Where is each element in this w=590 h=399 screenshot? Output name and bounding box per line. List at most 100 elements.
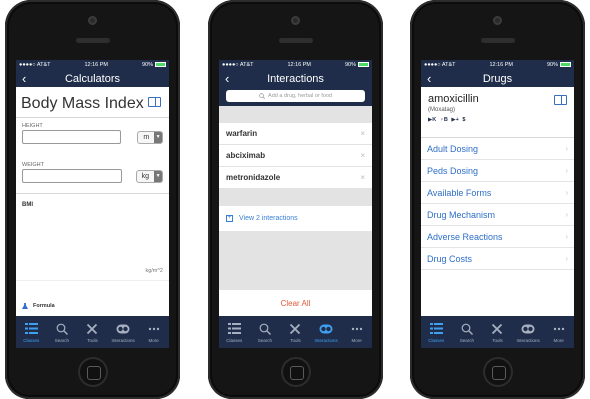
tab-bar: Classes Search Tools Interactions More [421,316,574,348]
more-icon [553,322,565,336]
divider [16,193,169,194]
back-chevron-icon[interactable]: ‹ [22,71,26,86]
flask-icon [22,303,28,309]
search-icon [259,322,271,336]
camera [493,16,502,25]
search-icon [461,322,473,336]
menu-item-peds-dosing[interactable]: Peds Dosing › [421,160,574,182]
tab-interactions[interactable]: Interactions [311,316,342,348]
tab-classes[interactable]: Classes [421,316,452,348]
drug-row[interactable]: warfarin × [219,123,372,145]
status-bar: ●●●●○ AT&T 12:16 PM 90% [219,60,372,70]
height-input[interactable] [22,130,122,144]
menu-item-drug-costs[interactable]: Drug Costs › [421,248,574,270]
drug-row[interactable]: metronidazole × [219,167,372,189]
brand-name: (Moxatag) [428,107,456,113]
weight-input[interactable] [22,169,122,183]
remove-icon[interactable]: × [360,129,365,138]
more-icon [351,322,363,336]
tab-interactions[interactable]: Interactions [108,316,139,348]
chevron-right-icon: › [565,166,568,175]
drug-header: amoxicillin (Moxatag) ▶K ♀B ▶+ $ [421,87,574,137]
home-button[interactable] [280,357,311,387]
speaker [278,38,313,43]
search-icon [259,93,266,99]
bmi-unit: kg/m^2 [145,268,163,274]
camera [291,16,300,25]
chevron-right-icon: › [565,254,568,263]
list-icon [429,322,443,336]
status-bar: ●●●●○ AT&T 12:16 PM 90% [421,60,574,70]
height-unit-select[interactable]: m ▼ [137,130,163,144]
phone-interactions: ●●●●○ AT&T 12:16 PM 90% ‹ Interactions A… [208,0,383,399]
spacer [219,106,372,123]
height-label: HEIGHT [22,123,43,129]
menu-item-adverse-reactions[interactable]: Adverse Reactions › [421,226,574,248]
book-icon[interactable] [148,97,161,107]
home-button[interactable] [77,357,108,387]
chevron-right-icon: › [565,188,568,197]
chevron-right-icon: › [565,210,568,219]
search-icon [56,322,68,336]
tab-more[interactable]: More [543,316,574,348]
remove-icon[interactable]: × [360,173,365,182]
search-input[interactable]: Add a drug, herbal or food [226,90,365,102]
drug-badges: ▶K ♀B ▶+ $ [428,117,466,123]
clock: 12:16 PM [84,62,108,68]
list-icon [227,322,241,336]
list-icon [24,322,38,336]
dropdown-arrow-icon: ▼ [154,170,162,182]
remove-icon[interactable]: × [360,151,365,160]
interactions-icon [521,322,535,336]
nav-bar: ‹ Drugs [421,70,574,87]
menu-item-drug-mechanism[interactable]: Drug Mechanism › [421,204,574,226]
tab-search[interactable]: Search [250,316,281,348]
tab-tools[interactable]: Tools [280,316,311,348]
home-button[interactable] [482,357,513,387]
menu-item-available-forms[interactable]: Available Forms › [421,182,574,204]
carrier: ●●●●○ AT&T [19,62,51,68]
view-interactions-button[interactable]: + View 2 interactions [219,206,372,231]
dropdown-arrow-icon: ▼ [154,131,162,143]
screen: ●●●●○ AT&T 12:16 PM 90% ‹ Drugs amoxicil… [421,60,574,348]
drug-row[interactable]: abciximab × [219,145,372,167]
calculator-title: Body Mass Index [16,87,169,117]
drug-name: amoxicillin [428,93,479,105]
formula-row[interactable]: Formula [16,303,169,309]
tools-icon [86,322,98,336]
tab-search[interactable]: Search [47,316,78,348]
back-chevron-icon[interactable]: ‹ [427,71,431,86]
tab-search[interactable]: Search [452,316,483,348]
camera [88,16,97,25]
back-chevron-icon[interactable]: ‹ [225,71,229,86]
tab-more[interactable]: More [138,316,169,348]
interactions-icon [319,322,333,336]
tab-tools[interactable]: Tools [77,316,108,348]
battery: 90% [345,62,369,68]
tab-interactions[interactable]: Interactions [513,316,544,348]
weight-unit-select[interactable]: kg ▼ [135,169,163,183]
tab-bar: Classes Search Tools Interactions More [219,316,372,348]
phone-drugs: ●●●●○ AT&T 12:16 PM 90% ‹ Drugs amoxicil… [410,0,585,399]
page-title: Calculators [64,72,121,85]
tab-more[interactable]: More [341,316,372,348]
chevron-right-icon: › [565,232,568,241]
screen: ●●●●○ AT&T 12:16 PM 90% ‹ Interactions A… [219,60,372,348]
clock: 12:16 PM [287,62,311,68]
tab-tools[interactable]: Tools [482,316,513,348]
tab-classes[interactable]: Classes [16,316,47,348]
battery: 90% [547,62,571,68]
page-title: Drugs [482,72,513,85]
divider [16,280,169,281]
bmi-result-label: BMI [22,202,33,208]
menu-item-adult-dosing[interactable]: Adult Dosing › [421,138,574,160]
speaker [75,38,110,43]
carrier: ●●●●○ AT&T [222,62,254,68]
clear-all-button[interactable]: Clear All [219,290,372,316]
expand-icon: + [226,215,233,222]
spacer [219,189,372,206]
weight-label: WEIGHT [22,162,44,168]
speaker [480,38,515,43]
book-icon[interactable] [554,95,567,105]
tab-classes[interactable]: Classes [219,316,250,348]
